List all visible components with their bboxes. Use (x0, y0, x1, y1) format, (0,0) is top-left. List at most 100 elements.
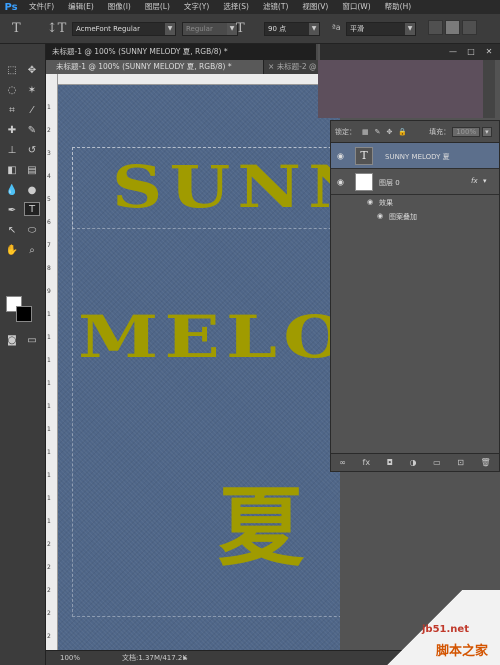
chevron-down-icon[interactable]: ▾ (483, 177, 487, 185)
visibility-eye-icon[interactable]: ◉ (377, 212, 383, 220)
text-tool-icon[interactable]: T (24, 202, 40, 216)
shape-tool-icon[interactable]: ⬭ (24, 224, 40, 238)
layer-thumbnail (355, 173, 373, 191)
menu-view[interactable]: 视图(V) (295, 0, 335, 14)
zoom-level[interactable]: 100% (60, 651, 80, 665)
visibility-eye-icon[interactable]: ◉ (337, 177, 344, 186)
link-layers-icon[interactable]: ∞ (339, 458, 346, 467)
pen-tool-icon[interactable]: ✒ (4, 204, 20, 218)
history-brush-icon[interactable]: ↺ (24, 144, 40, 158)
fx-icon[interactable]: fx (471, 177, 478, 185)
font-style-select[interactable]: Regular ▼ (182, 22, 238, 36)
ruler-number: 1 (47, 449, 51, 456)
ruler-number: 7 (47, 242, 51, 249)
pattern-overlay-row[interactable]: ◉ 图案叠加 (331, 209, 499, 223)
color-preview-panel (318, 60, 483, 118)
panel-scrollbar[interactable] (483, 60, 495, 118)
magic-wand-icon[interactable]: ✶ (24, 84, 40, 98)
path-select-icon[interactable]: ↖ (4, 224, 20, 238)
align-center-button[interactable] (445, 20, 460, 35)
healing-brush-icon[interactable]: ✚ (4, 124, 20, 138)
lock-label: 锁定： (335, 127, 356, 136)
crop-tool-icon[interactable]: ⌗ (4, 104, 20, 118)
lock-paint-icon[interactable]: ✎ (375, 128, 381, 136)
menu-help[interactable]: 帮助(H) (378, 0, 419, 14)
font-family-select[interactable]: AcmeFont Regular ▼ (72, 22, 176, 36)
visibility-eye-icon[interactable]: ◉ (367, 198, 373, 206)
dodge-tool-icon[interactable]: ● (24, 184, 40, 198)
ruler-number: 8 (47, 265, 51, 272)
eyedropper-icon[interactable]: ⁄ (24, 104, 40, 118)
layer-row-text[interactable]: ◉ T SUNNY MELODY 夏 (331, 143, 499, 169)
close-icon[interactable]: ✕ (482, 46, 496, 58)
tab-close-icon[interactable]: × (268, 62, 274, 71)
lasso-tool-icon[interactable]: ◌ (4, 84, 20, 98)
menu-file[interactable]: 文件(F) (22, 0, 61, 14)
watermark-site: jb51.net (422, 624, 469, 635)
ruler-number: 2 (47, 633, 51, 640)
stamp-tool-icon[interactable]: ⊥ (4, 144, 20, 158)
ruler-number: 1 (47, 311, 51, 318)
tools-panel: ⬚ ✥ ◌ ✶ ⌗ ⁄ ✚ ✎ ⊥ ↺ ◧ ▤ 💧 ● ✒ T ↖ ⬭ ✋ ⌕ … (0, 44, 46, 665)
marquee-tool-icon[interactable]: ⬚ (4, 64, 20, 78)
eraser-tool-icon[interactable]: ◧ (4, 164, 20, 178)
align-left-button[interactable] (428, 20, 443, 35)
visibility-eye-icon[interactable]: ◉ (337, 151, 344, 160)
menu-filter[interactable]: 滤镜(T) (256, 0, 295, 14)
document-canvas[interactable]: SUNN MELO 夏 (58, 85, 340, 650)
layers-bottom-bar: ∞ fx ◘ ◑ ▭ ⊡ 🗑 (331, 453, 499, 471)
panel-window-controls: — □ ✕ (320, 44, 500, 60)
menu-layer[interactable]: 图层(L) (138, 0, 177, 14)
canvas-text-summer: 夏 (218, 478, 304, 578)
ruler-number: 5 (47, 196, 51, 203)
gradient-tool-icon[interactable]: ▤ (24, 164, 40, 178)
menu-edit[interactable]: 编辑(E) (61, 0, 101, 14)
menu-image[interactable]: 图像(I) (101, 0, 138, 14)
lock-move-icon[interactable]: ✥ (387, 128, 393, 136)
layer-name[interactable]: 图层 0 (379, 178, 400, 188)
antialias-select[interactable]: 平滑 ▼ (346, 22, 416, 36)
font-family-value: AcmeFont Regular (76, 25, 140, 33)
effects-label: 效果 (379, 199, 393, 207)
new-layer-icon[interactable]: ⊡ (457, 458, 464, 467)
tab-untitled-1[interactable]: 未标题-1 @ 100% (SUNNY MELODY 夏, RGB/8) * (46, 60, 264, 74)
document-window-title: 未标题-1 @ 100% (SUNNY MELODY 夏, RGB/8) * (46, 44, 316, 60)
lock-all-icon[interactable]: 🔒 (398, 128, 407, 136)
move-tool-icon[interactable]: ✥ (24, 64, 40, 78)
chevron-down-icon[interactable]: ▾ (482, 126, 492, 137)
font-size-select[interactable]: 90 点 ▼ (264, 22, 320, 36)
orientation-toggle-icon[interactable]: ↕T (47, 21, 67, 36)
chevron-right-icon[interactable]: ▸ (184, 651, 188, 665)
layer-name[interactable]: SUNNY MELODY 夏 (385, 152, 450, 162)
zoom-tool-icon[interactable]: ⌕ (24, 244, 40, 258)
quick-mask-icon[interactable]: ◙ (4, 334, 20, 348)
hand-tool-icon[interactable]: ✋ (4, 244, 20, 258)
background-color-swatch[interactable] (16, 306, 32, 322)
brush-tool-icon[interactable]: ✎ (24, 124, 40, 138)
screen-mode-icon[interactable]: ▭ (24, 334, 40, 348)
adjustment-layer-icon[interactable]: ◑ (410, 458, 417, 467)
menu-select[interactable]: 选择(S) (216, 0, 256, 14)
antialias-icon: ªa (332, 23, 341, 32)
blur-tool-icon[interactable]: 💧 (4, 184, 20, 198)
layer-row-0[interactable]: ◉ 图层 0 fx ▾ (331, 169, 499, 195)
add-style-icon[interactable]: fx (363, 458, 371, 467)
minimize-icon[interactable]: — (446, 46, 460, 58)
align-right-button[interactable] (462, 20, 477, 35)
type-tool-icon[interactable]: T (12, 21, 21, 36)
menu-window[interactable]: 窗口(W) (335, 0, 377, 14)
menu-type[interactable]: 文字(Y) (177, 0, 216, 14)
fill-input[interactable]: 100% (452, 126, 481, 137)
vertical-ruler: 1 2 3 4 5 6 7 8 9 1 1 1 1 1 1 1 1 1 1 2 2 2 2 2 (46, 74, 58, 650)
font-size-value: 90 点 (268, 25, 287, 33)
lock-pixels-icon[interactable]: ▦ (362, 128, 369, 136)
ruler-number: 1 (47, 518, 51, 525)
add-mask-icon[interactable]: ◘ (387, 458, 393, 467)
tab-label: 未标题-1 @ 100% (SUNNY MELODY 夏, RGB/8) * (56, 62, 232, 71)
photoshop-logo: Ps (4, 1, 18, 13)
effects-row[interactable]: ◉ 效果 (331, 195, 499, 209)
group-icon[interactable]: ▭ (433, 458, 441, 467)
document-size: 文档:1.37M/417.2K (122, 654, 187, 662)
maximize-icon[interactable]: □ (464, 46, 478, 58)
trash-icon[interactable]: 🗑 (480, 458, 490, 467)
